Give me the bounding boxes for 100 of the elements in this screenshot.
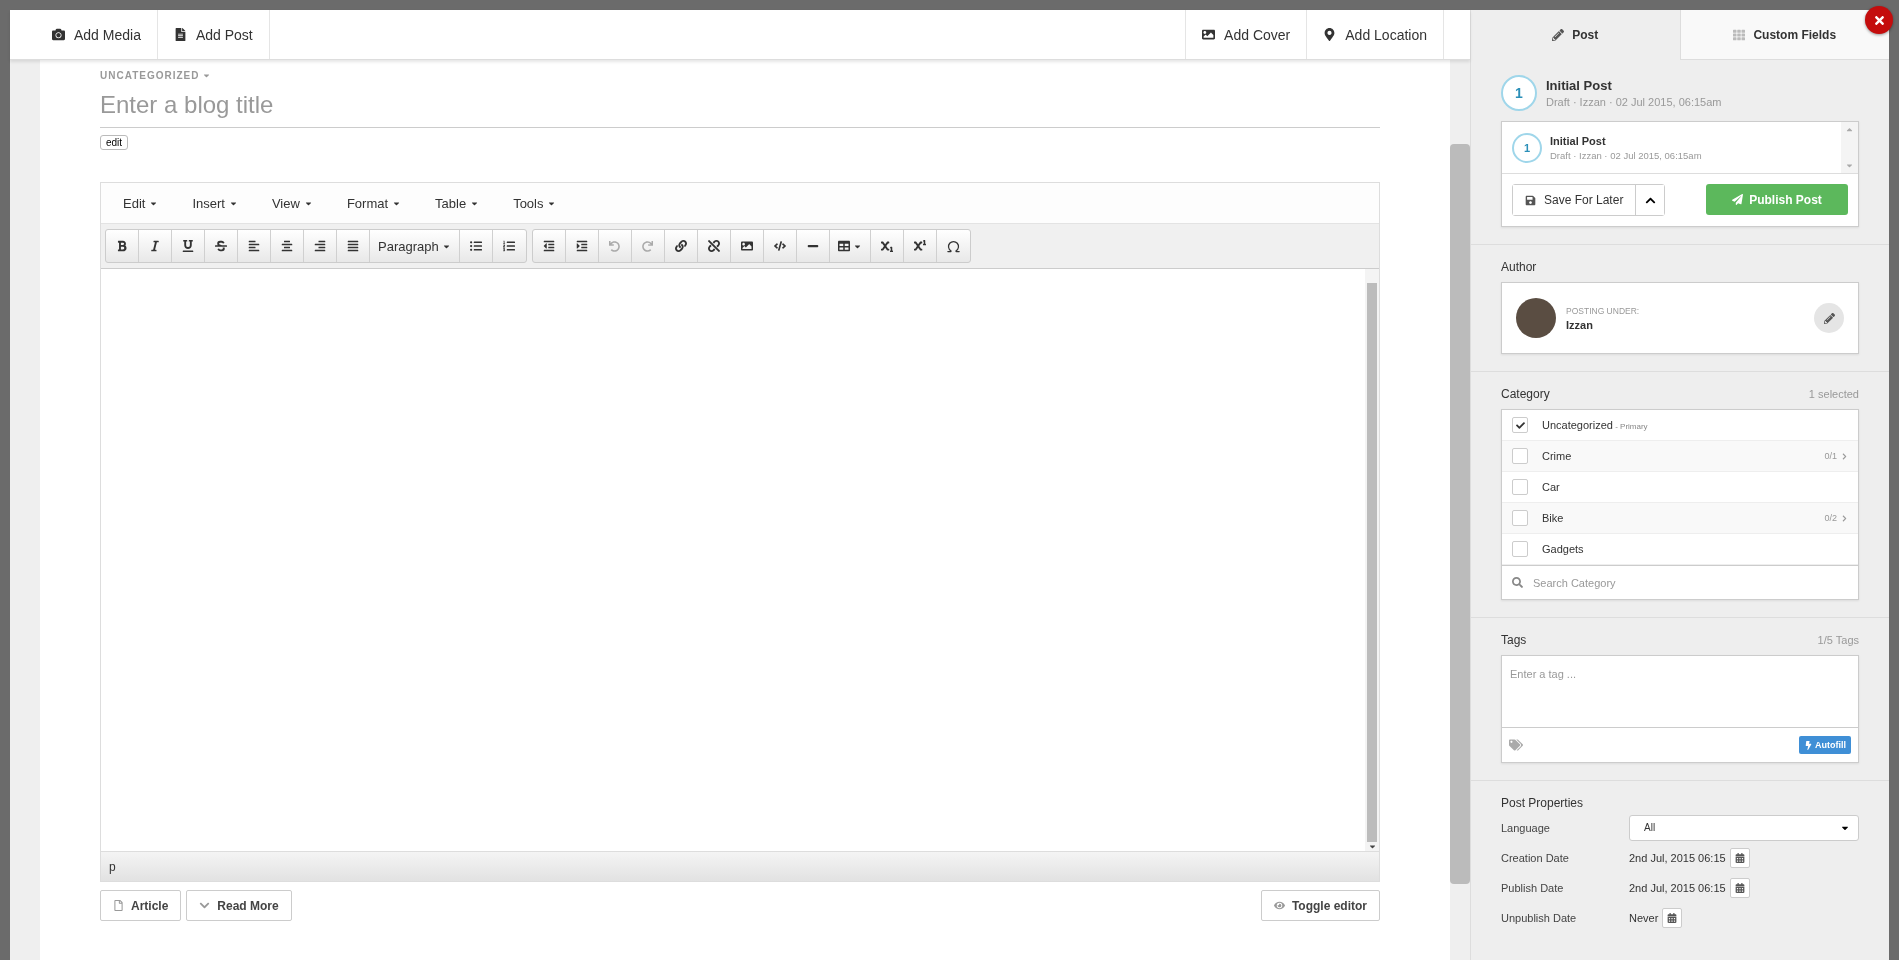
eye-icon [1273,900,1285,911]
property-label: Language [1501,821,1551,834]
document-icon [173,28,187,41]
editor-button[interactable]: Article [100,890,182,921]
table-icon [837,240,850,252]
revision-meta: Draft · Izzan · 02 Jul 2015, 06:15am [1546,96,1722,108]
revision-number: 1 [1512,132,1542,163]
revision-title: Initial Post [1546,78,1613,93]
align-left-icon [248,240,260,252]
calendar-button[interactable] [1729,877,1750,898]
toggle-editor-button[interactable]: Toggle editor [1260,890,1380,921]
pencil-icon [1823,312,1835,324]
calendar-icon [1734,852,1745,863]
tags-icon [1509,738,1523,752]
toolbar-button[interactable]: Add Location [1307,10,1444,59]
align-justify-icon [347,240,359,252]
menu-item[interactable]: Format [334,195,414,211]
numbered-list-icon [503,240,516,252]
menu-item[interactable]: Edit [111,195,171,211]
checkbox[interactable] [1512,510,1528,526]
subcategory-count: 0/2 [1824,513,1837,523]
format-select[interactable]: Paragraph [370,230,460,262]
author-name: Izzan [1566,318,1594,331]
subcategory-count: 0/1 [1824,451,1837,461]
tag-input[interactable]: Enter a tag ... [1502,656,1858,728]
editor-button[interactable]: Read More [186,890,292,921]
author-caption: POSTING UNDER: [1566,305,1640,316]
calendar-icon [1667,912,1678,923]
chevron-right-icon[interactable] [1841,452,1848,460]
scrollbar-thumb[interactable] [1367,283,1377,842]
close-button[interactable] [1865,6,1893,34]
edit-button[interactable]: edit [100,135,129,150]
menu-item[interactable]: View [259,195,325,211]
checkbox[interactable] [1512,541,1528,557]
scroll-down-icon[interactable] [1367,842,1377,851]
toolbar-button[interactable]: Add Cover [1185,10,1308,59]
element-path: p [109,860,116,874]
superscript-icon [913,240,926,252]
toolbar-button[interactable]: Add Post [157,10,270,59]
calendar-button[interactable] [1729,847,1750,868]
scrollbar-thumb[interactable] [1450,144,1470,884]
chevron-down-icon [199,900,211,911]
redo-icon [642,240,654,252]
underline-icon [182,240,194,252]
avatar [1516,298,1556,338]
indent-icon [575,240,588,252]
code-icon [773,240,786,252]
bullet-list-icon [469,240,482,252]
bold-icon [116,240,128,252]
close-icon [1872,13,1886,27]
search-field[interactable]: Search Category [1502,565,1858,599]
map-pin-icon [1323,28,1337,41]
checkbox[interactable] [1512,479,1528,495]
sidebar-tab[interactable]: Custom Fields [1679,10,1889,60]
checkbox[interactable] [1512,417,1528,433]
revision-title: Initial Post [1550,134,1607,147]
image-icon [1202,28,1216,41]
expand-button[interactable] [1635,185,1665,215]
tag-count: 1/5 Tags [1817,634,1859,646]
section-heading: Post Properties [1501,796,1584,810]
paper-plane-icon [1732,194,1744,205]
section-heading: Category [1501,387,1550,401]
menu-item[interactable]: Insert [180,195,250,211]
caret-icon [202,71,212,80]
link-icon [674,240,687,252]
undo-icon [609,240,621,252]
omega-icon [945,238,961,254]
category-label: Car [1542,481,1560,493]
camera-icon [52,28,65,41]
revision-meta: Draft · Izzan · 02 Jul 2015, 06:15am [1550,149,1702,161]
align-right-icon [314,240,326,252]
check-icon [1515,420,1525,430]
italic-icon [149,240,161,252]
align-center-icon [281,240,293,252]
selected-count: 1 selected [1808,388,1859,400]
revision-number: 1 [1501,75,1537,111]
edit-author-button[interactable] [1814,303,1844,333]
language-select[interactable]: All [1629,814,1859,841]
checkbox[interactable] [1512,448,1528,464]
menu-item[interactable]: Tools [501,195,569,211]
document-icon [113,900,124,911]
category-label: Bike [1542,512,1564,524]
category-label: Crime [1542,450,1572,462]
category-label: Uncategorized - Primary [1542,419,1648,431]
outdent-icon [542,240,555,252]
unlink-icon [707,240,720,252]
menu-item[interactable]: Table [423,195,492,211]
section-heading: Tags [1501,633,1527,647]
date-value: Never [1629,911,1659,924]
pencil-icon [1552,28,1565,41]
grid-icon [1733,28,1746,41]
chevron-right-icon[interactable] [1841,514,1848,522]
search-icon [1512,577,1523,588]
property-label: Unpublish Date [1501,911,1578,924]
category-label: Gadgets [1542,543,1584,555]
date-value: 2nd Jul, 2015 06:15 [1629,851,1726,864]
toolbar-button[interactable]: Add Media [36,10,158,59]
lightning-icon [1804,740,1813,750]
calendar-button[interactable] [1662,907,1683,928]
subscript-icon [880,240,893,252]
